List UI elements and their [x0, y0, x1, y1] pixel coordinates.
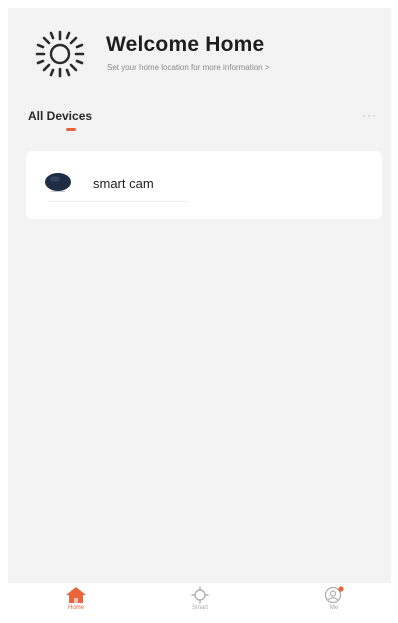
tab-smart-label: Smart: [191, 605, 208, 611]
device-card[interactable]: smart cam: [26, 151, 382, 219]
device-section-bar: All Devices ···: [8, 106, 391, 138]
welcome-header[interactable]: Welcome Home Set your home location for …: [8, 8, 391, 88]
tab-smart[interactable]: Smart: [170, 586, 230, 611]
sun-icon: [32, 28, 88, 80]
welcome-title: Welcome Home: [106, 33, 265, 56]
tab-me[interactable]: Me: [304, 586, 364, 611]
more-options-button[interactable]: ···: [362, 108, 377, 122]
profile-icon: [304, 586, 364, 604]
smart-icon: [170, 586, 230, 604]
tab-home-label: Home: [67, 605, 84, 611]
active-tab-indicator: [66, 128, 76, 131]
home-icon: [46, 586, 106, 604]
camera-icon: [44, 172, 72, 192]
device-divider: [48, 201, 188, 202]
tab-home[interactable]: Home: [46, 586, 106, 611]
tab-me-label: Me: [329, 605, 339, 611]
tab-all-devices[interactable]: All Devices: [28, 109, 92, 123]
app-screen: Welcome Home Set your home location for …: [8, 8, 391, 615]
set-location-link[interactable]: Set your home location for more informat…: [107, 63, 270, 72]
device-name: smart cam: [93, 176, 154, 191]
bottom-tab-bar: Home Smart Me: [8, 583, 391, 615]
